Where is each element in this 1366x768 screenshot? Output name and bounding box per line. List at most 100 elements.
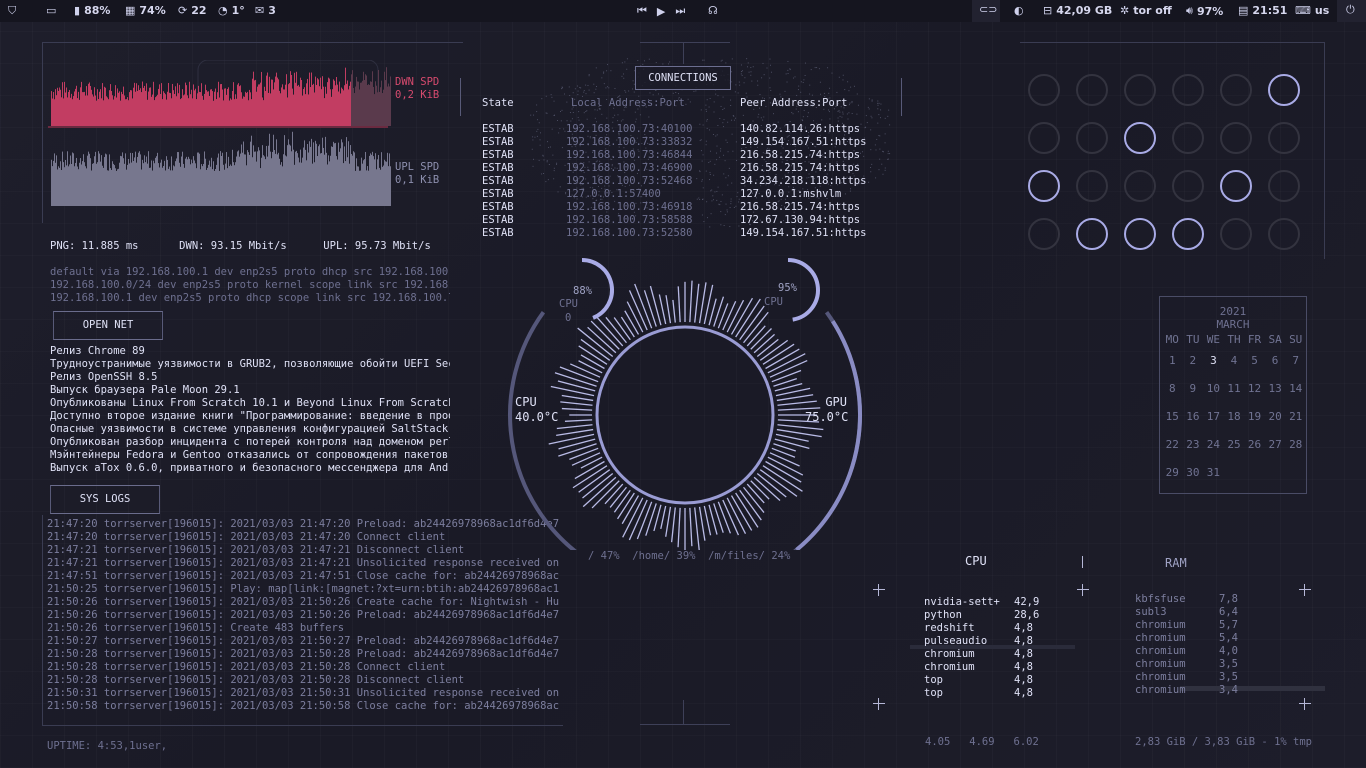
log-process: torrserver[196015]:: [103, 700, 225, 712]
play-icon[interactable]: ▶: [657, 5, 665, 18]
upload-rate: UPL: 95.73 Mbit/s: [323, 240, 431, 252]
headphones-icon[interactable]: ☊: [708, 4, 718, 17]
workspace-dot[interactable]: [1220, 74, 1252, 106]
conn-local: 192.168.100.73:46918: [566, 201, 693, 213]
workspace-dot[interactable]: [1076, 170, 1108, 202]
calendar-day[interactable]: 19: [1244, 402, 1265, 430]
tor-indicator[interactable]: ✲ tor off: [1120, 4, 1172, 17]
log-message: 2021/03/03 21:50:28 Disconnect client: [230, 674, 465, 686]
workspace-dot[interactable]: [1124, 170, 1156, 202]
calendar-day[interactable]: 23: [1183, 430, 1204, 458]
calendar-day[interactable]: 8: [1162, 374, 1183, 402]
process-value: 4,8: [1014, 687, 1033, 699]
shield-icon[interactable]: ⛉: [8, 4, 16, 18]
volume-indicator[interactable]: 🔊︎ 97%: [1186, 4, 1223, 18]
calendar-day[interactable]: 17: [1203, 402, 1224, 430]
load-indicator[interactable]: ◔ 1°: [218, 4, 245, 17]
log-row: 21:50:26 torrserver[196015]: Create 483 …: [47, 622, 559, 635]
calendar-day[interactable]: 1: [1162, 346, 1183, 374]
calendar-day[interactable]: 11: [1224, 374, 1245, 402]
cpu-procs-title: CPU: [965, 554, 987, 568]
updates-indicator[interactable]: ⟳ 22: [178, 4, 207, 17]
conn-peer: 34.234.218.118:https: [740, 175, 867, 187]
workspace-dot[interactable]: [1076, 74, 1108, 106]
battery-indicator[interactable]: ▮ 88%: [74, 4, 110, 17]
calendar-day[interactable]: 21: [1285, 402, 1306, 430]
log-process: torrserver[196015]:: [103, 544, 225, 556]
process-value: 3,4: [1219, 684, 1238, 696]
calendar-day[interactable]: 3: [1203, 346, 1224, 374]
vpn-toggle[interactable]: ⊂⊃: [972, 0, 1000, 22]
calendar-day[interactable]: 12: [1244, 374, 1265, 402]
calendar-day[interactable]: 28: [1285, 430, 1306, 458]
workspace-dot[interactable]: [1220, 218, 1252, 250]
calendar-day[interactable]: 9: [1183, 374, 1204, 402]
calendar-day[interactable]: 15: [1162, 402, 1183, 430]
workspace-dot[interactable]: [1220, 122, 1252, 154]
workspace-dot[interactable]: [1172, 218, 1204, 250]
workspace-dot[interactable]: [1076, 218, 1108, 250]
calendar-day[interactable]: 18: [1224, 402, 1245, 430]
connection-row: ESTAB 192.168.100.73:46918 216.58.215.74:h…: [482, 201, 882, 214]
workspace-dot[interactable]: [1124, 218, 1156, 250]
workspace-dot[interactable]: [1028, 74, 1060, 106]
calendar-day[interactable]: 30: [1183, 458, 1204, 486]
contrast-icon[interactable]: ◐: [1014, 4, 1024, 17]
calendar-day[interactable]: 31: [1203, 458, 1224, 486]
log-message: 2021/03/03 21:50:28 Preload: ab244269789…: [230, 648, 559, 660]
process-row: chromium 4,8: [924, 648, 1054, 661]
workspace-dot[interactable]: [1028, 122, 1060, 154]
calendar-day[interactable]: 5: [1244, 346, 1265, 374]
power-button[interactable]: ⏻: [1337, 0, 1366, 22]
cpu1-percent: 88%: [573, 285, 592, 297]
calendar-day[interactable]: 25: [1224, 430, 1245, 458]
workspace-dot[interactable]: [1268, 218, 1300, 250]
top-panel: ⛉ ▭ ▮ 88% ▦ 74% ⟳ 22 ◔ 1° ✉ 3 ⏮ ▶ ⏭ ☊ ⊂⊃ ◐ ⊟ 4…: [0, 0, 1366, 22]
cpu2-percent: 95%: [778, 282, 797, 294]
workspace-dot[interactable]: [1268, 170, 1300, 202]
workspace-dot[interactable]: [1028, 170, 1060, 202]
workspace-dot[interactable]: [1076, 122, 1108, 154]
workspace-dot[interactable]: [1124, 74, 1156, 106]
route-line: 192.168.100.1 dev enp2s5 proto dhcp scop…: [50, 292, 450, 304]
crosshair: [1077, 584, 1089, 596]
display-icon[interactable]: ▭: [46, 4, 56, 17]
calendar-day[interactable]: 2: [1183, 346, 1204, 374]
calendar-day[interactable]: 13: [1265, 374, 1286, 402]
workspace-dot[interactable]: [1124, 122, 1156, 154]
log-row: 21:47:20 torrserver[196015]: 2021/03/03 …: [47, 518, 559, 531]
workspace-dot[interactable]: [1268, 122, 1300, 154]
memory-indicator[interactable]: ▦ 74%: [125, 4, 166, 17]
process-row: chromium 5,4: [1135, 632, 1250, 645]
cpu1-label: CPU: [559, 298, 578, 310]
calendar-day[interactable]: 22: [1162, 430, 1183, 458]
process-value: 4,8: [1014, 622, 1033, 634]
workspace-dot[interactable]: [1220, 170, 1252, 202]
calendar-day[interactable]: 6: [1265, 346, 1286, 374]
disk-indicator[interactable]: ⊟ 42,09 GB: [1043, 4, 1112, 17]
calendar-day[interactable]: 14: [1285, 374, 1306, 402]
calendar-day[interactable]: 24: [1203, 430, 1224, 458]
workspace-dot[interactable]: [1268, 74, 1300, 106]
calendar-day[interactable]: 29: [1162, 458, 1183, 486]
calendar-day[interactable]: 4: [1224, 346, 1245, 374]
col-state: State: [482, 97, 514, 109]
workspace-dot[interactable]: [1172, 74, 1204, 106]
calendar-day[interactable]: 27: [1265, 430, 1286, 458]
previous-icon[interactable]: ⏮: [637, 4, 647, 18]
calendar-day[interactable]: 7: [1285, 346, 1306, 374]
mail-indicator[interactable]: ✉ 3: [255, 4, 276, 17]
clock[interactable]: ▤ 21:51: [1238, 4, 1287, 17]
workspace-dot[interactable]: [1172, 122, 1204, 154]
log-message: 2021/03/03 21:50:26 Create cache for: Ni…: [230, 596, 559, 608]
calendar-day[interactable]: 16: [1183, 402, 1204, 430]
workspace-dot[interactable]: [1172, 170, 1204, 202]
calendar-day[interactable]: 20: [1265, 402, 1286, 430]
calendar-day[interactable]: 26: [1244, 430, 1265, 458]
keyboard-layout[interactable]: ⌨ us: [1295, 4, 1329, 17]
workspace-dot[interactable]: [1028, 218, 1060, 250]
log-message: 2021/03/03 21:50:26 Preload: ab244269789…: [230, 609, 559, 621]
log-message: 2021/03/03 21:47:20 Connect client: [230, 531, 446, 543]
calendar-day[interactable]: 10: [1203, 374, 1224, 402]
next-icon[interactable]: ⏭: [675, 4, 685, 18]
